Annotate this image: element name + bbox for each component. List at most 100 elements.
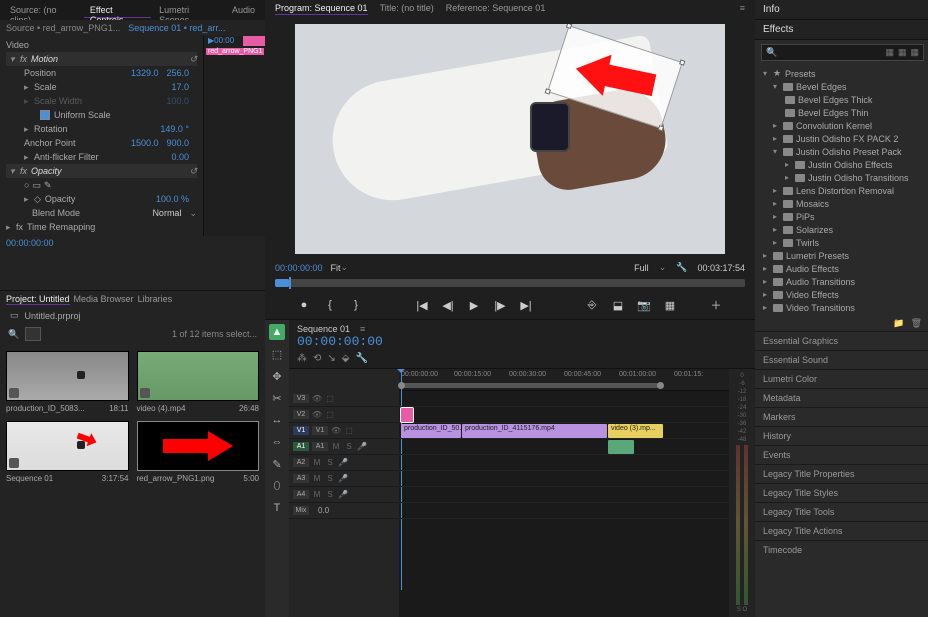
video-frame[interactable] [295,24,725,254]
step-back-button[interactable]: ◀| [440,299,456,312]
panel-metadata[interactable]: Metadata [755,388,928,407]
panel-essential-sound[interactable]: Essential Sound [755,350,928,369]
fx-badge-icon[interactable]: ▦ [885,47,894,58]
chevron-down-icon[interactable]: ⌄ [659,262,667,273]
tab-media-browser[interactable]: Media Browser [74,294,134,305]
mask-pen-icon[interactable]: ✎ [44,180,52,191]
linked-selection-icon[interactable]: ⟲ [313,353,321,364]
folder-pips[interactable]: PiPs [796,212,815,222]
tab-libraries[interactable]: Libraries [138,294,173,305]
mask-ellipse-icon[interactable]: ○ [24,180,29,190]
selection-tool[interactable]: ▲ [269,324,285,340]
zoom-scrollbar[interactable] [401,383,661,388]
tab-title[interactable]: Title: (no title) [380,3,434,15]
tab-effect-controls[interactable]: Effect Controls [84,2,151,18]
reset-icon[interactable]: ↺ [189,54,197,65]
panel-legacy-title-tools[interactable]: Legacy Title Tools [755,502,928,521]
lock-icon[interactable]: ⬚ [325,394,335,403]
toggle-track-output-icon[interactable]: 👁 [331,426,341,435]
folder-justin-pack[interactable]: Justin Odisho Preset Pack [796,147,902,157]
extract-button[interactable]: ⬓ [610,299,626,312]
track-a2[interactable]: A2 [293,458,309,467]
folder-convolution[interactable]: Convolution Kernel [796,121,872,131]
ec-opacity-section[interactable]: Opacity [31,166,189,176]
ec-rotation-val[interactable]: 149.0 ° [160,124,189,134]
audio-clip[interactable] [608,440,634,454]
folder-justin-effects[interactable]: Justin Odisho Effects [808,160,892,170]
folder-justin-transitions[interactable]: Justin Odisho Transitions [808,173,909,183]
filter-bin-icon[interactable] [25,327,41,341]
folder-video-transitions[interactable]: Video Transitions [786,303,855,313]
track-mix[interactable]: Mix [293,506,309,515]
ec-anchor-x[interactable]: 1500.0 [131,138,159,148]
panel-essential-graphics[interactable]: Essential Graphics [755,331,928,350]
clip[interactable]: production_ID_50... [401,424,461,438]
panel-legacy-title-styles[interactable]: Legacy Title Styles [755,483,928,502]
toggle-track-output-icon[interactable]: 👁 [312,410,322,419]
ec-sequence-link[interactable]: Sequence 01 • red_arr... [128,23,225,33]
panel-timecode[interactable]: Timecode [755,540,928,559]
keyframe-toggle-icon[interactable]: ◇ [34,194,41,205]
folder-audio-transitions[interactable]: Audio Transitions [786,277,855,287]
track-a1[interactable]: A1 [312,442,328,451]
lift-button[interactable]: ⎆ [584,299,600,312]
track-v2[interactable]: V2 [293,410,309,419]
preset-item[interactable]: Bevel Edges Thin [798,108,868,118]
ec-anchor-y[interactable]: 900.0 [166,138,189,148]
pen-tool[interactable]: ⇔ [269,434,285,450]
effects-panel-header[interactable]: Effects [755,20,928,40]
add-marker-button[interactable]: ● [296,299,312,311]
panel-menu-icon[interactable]: ≡ [740,3,745,15]
mask-rect-icon[interactable]: ▭ [32,180,41,191]
mic-icon[interactable]: 🎤 [357,442,367,451]
bin-item[interactable]: production_ID_5083...18:11 [6,351,129,413]
type-tool[interactable]: T [269,500,285,516]
search-icon[interactable]: 🔍 [8,329,19,340]
tab-project[interactable]: Project: Untitled [6,294,70,305]
mark-out-button[interactable]: } [348,299,364,311]
bin-item[interactable]: video (4).mp426:48 [137,351,260,413]
rectangle-tool[interactable]: ✎ [269,456,285,472]
tab-lumetri-scopes[interactable]: Lumetri Scopes [153,2,224,18]
panel-markers[interactable]: Markers [755,407,928,426]
export-frame-button[interactable]: 📷 [636,299,652,312]
folder-audio-effects[interactable]: Audio Effects [786,264,839,274]
folder-twirls[interactable]: Twirls [796,238,819,248]
ec-motion[interactable]: Motion [31,54,189,64]
program-scrubber[interactable] [275,279,745,287]
tab-reference[interactable]: Reference: Sequence 01 [446,3,546,15]
mic-icon[interactable]: 🎤 [338,490,348,499]
clip-red-arrow[interactable] [401,408,413,422]
lock-icon[interactable]: ⬚ [325,410,335,419]
bin-item-selected[interactable]: red_arrow_PNG1.png5:00 [137,421,260,483]
presets-folder[interactable]: Presets [785,69,816,79]
uniform-scale-checkbox[interactable] [40,110,50,120]
razor-tool[interactable]: ✂ [269,390,285,406]
track-select-tool[interactable]: ⬚ [269,346,285,362]
comparison-view-button[interactable]: ▦ [662,299,678,312]
ec-blend-val[interactable]: Normal [152,208,181,218]
folder-video-effects[interactable]: Video Effects [786,290,839,300]
panel-history[interactable]: History [755,426,928,445]
track-v3[interactable]: V3 [293,394,309,403]
tab-source[interactable]: Source: (no clips) [4,2,82,18]
ec-scale-val[interactable]: 17.0 [171,82,189,92]
zoom-fit-dropdown[interactable]: Fit [331,263,341,273]
ec-mini-timeline[interactable]: ▶00:00 red_arrow_PNG1 [203,36,265,236]
timeline-timecode[interactable]: 00:00:00:00 [297,334,747,349]
clip[interactable]: production_ID_4115176.mp4 [462,424,607,438]
bin-item[interactable]: Sequence 013:17:54 [6,421,129,483]
resize-handle[interactable] [566,24,572,29]
ec-opacity-val[interactable]: 100.0 % [156,194,189,204]
clip[interactable]: video (3).mp... [608,424,663,438]
folder-mosaics[interactable]: Mosaics [796,199,829,209]
reset-icon[interactable]: ↺ [189,166,197,177]
folder-solarizes[interactable]: Solarizes [796,225,833,235]
track-v1[interactable]: V1 [312,426,328,435]
lock-icon[interactable]: ⬚ [344,426,354,435]
program-timecode[interactable]: 00:00:00:00 [275,263,323,273]
step-forward-button[interactable]: |▶ [492,299,508,312]
folder-lumetri-presets[interactable]: Lumetri Presets [786,251,849,261]
panel-menu-icon[interactable]: ≡ [360,324,365,334]
folder-bevel[interactable]: Bevel Edges [796,82,847,92]
